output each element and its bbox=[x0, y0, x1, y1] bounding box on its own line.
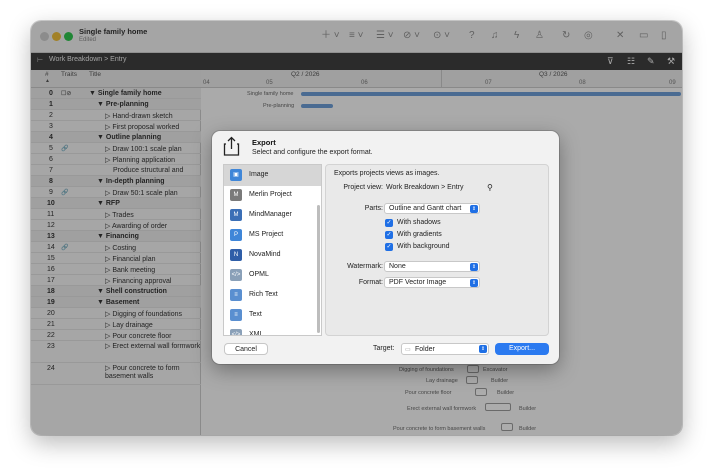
export-dialog: Export Select and configure the export f… bbox=[212, 131, 559, 364]
dialog-title: Export bbox=[252, 138, 276, 147]
format-item-merlin-project[interactable]: M Merlin Project bbox=[224, 185, 321, 206]
main-window: Single family home Edited ＋ ˅ ≡ ˅ ☰ ˅ ⊘ … bbox=[31, 21, 682, 435]
parts-value: Outline and Gantt chart bbox=[389, 205, 462, 212]
folder-icon: ▭ bbox=[405, 347, 411, 353]
format-description: Exports projects views as images. bbox=[334, 170, 440, 177]
watermark-label: Watermark: bbox=[347, 263, 383, 270]
format-item-text[interactable]: ≡ Text bbox=[224, 305, 321, 326]
format-list-scrollbar[interactable] bbox=[317, 205, 320, 333]
format-icon: M bbox=[230, 189, 242, 201]
with-gradients-checkbox[interactable]: ✓ bbox=[385, 231, 393, 239]
format-item-opml[interactable]: </> OPML bbox=[224, 265, 321, 286]
format-label: NovaMind bbox=[249, 251, 281, 258]
parts-label: Parts: bbox=[364, 205, 383, 212]
chevron-updown-icon: ⇕ bbox=[479, 345, 487, 353]
format-icon: ▣ bbox=[230, 169, 242, 181]
with-shadows-checkbox[interactable]: ✓ bbox=[385, 219, 393, 227]
dialog-subtitle: Select and configure the export format. bbox=[252, 149, 373, 156]
options-panel: Exports projects views as images. Projec… bbox=[325, 164, 549, 336]
format-list[interactable]: ▣ Image M Merlin Project M MindManager P MS Pro… bbox=[223, 164, 322, 336]
with-shadows-label: With shadows bbox=[397, 219, 441, 226]
format-icon: M bbox=[230, 209, 242, 221]
with-background-checkbox[interactable]: ✓ bbox=[385, 243, 393, 251]
format-label: Text bbox=[249, 311, 262, 318]
format-label: OPML bbox=[249, 271, 269, 278]
chevron-updown-icon: ⇕ bbox=[470, 205, 478, 213]
format-select[interactable]: PDF Vector Image ⇕ bbox=[384, 277, 480, 288]
watermark-select[interactable]: None ⇕ bbox=[384, 261, 480, 272]
format-icon: </> bbox=[230, 269, 242, 281]
format-value: PDF Vector Image bbox=[389, 279, 447, 286]
format-label: MS Project bbox=[249, 231, 284, 238]
format-item-rich-text[interactable]: ≡ Rich Text bbox=[224, 285, 321, 306]
parts-select[interactable]: Outline and Gantt chart ⇕ bbox=[384, 203, 480, 214]
format-item-ms-project[interactable]: P MS Project bbox=[224, 225, 321, 246]
chevron-updown-icon: ⇕ bbox=[470, 279, 478, 287]
search-icon[interactable]: ⚲ bbox=[487, 183, 493, 192]
project-view-value: Work Breakdown > Entry bbox=[386, 184, 464, 191]
format-item-mindmanager[interactable]: M MindManager bbox=[224, 205, 321, 226]
format-icon: </> bbox=[230, 329, 242, 335]
format-icon: ≡ bbox=[230, 289, 242, 301]
format-label: MindManager bbox=[249, 211, 292, 218]
watermark-value: None bbox=[389, 263, 406, 270]
with-background-label: With background bbox=[397, 243, 450, 250]
with-gradients-label: With gradients bbox=[397, 231, 442, 238]
format-item-novamind[interactable]: N NovaMind bbox=[224, 245, 321, 266]
format-icon: P bbox=[230, 229, 242, 241]
format-item-image[interactable]: ▣ Image bbox=[224, 165, 321, 186]
format-label: Merlin Project bbox=[249, 191, 292, 198]
format-label: XML bbox=[249, 331, 264, 336]
format-item-xml[interactable]: </> XML bbox=[224, 325, 321, 336]
chevron-updown-icon: ⇕ bbox=[470, 263, 478, 271]
cancel-button[interactable]: Cancel bbox=[224, 343, 268, 355]
target-value: Folder bbox=[415, 346, 435, 353]
format-label: Image bbox=[249, 171, 269, 178]
format-icon: N bbox=[230, 249, 242, 261]
export-button[interactable]: Export... bbox=[495, 343, 549, 355]
share-icon bbox=[223, 136, 240, 156]
target-label: Target: bbox=[373, 345, 395, 352]
project-view-label: Project view: bbox=[343, 184, 383, 191]
target-select[interactable]: Folder ▭ ⇕ bbox=[401, 343, 489, 355]
format-label: Rich Text bbox=[249, 291, 278, 298]
format-label: Format: bbox=[358, 279, 383, 286]
format-icon: ≡ bbox=[230, 309, 242, 321]
